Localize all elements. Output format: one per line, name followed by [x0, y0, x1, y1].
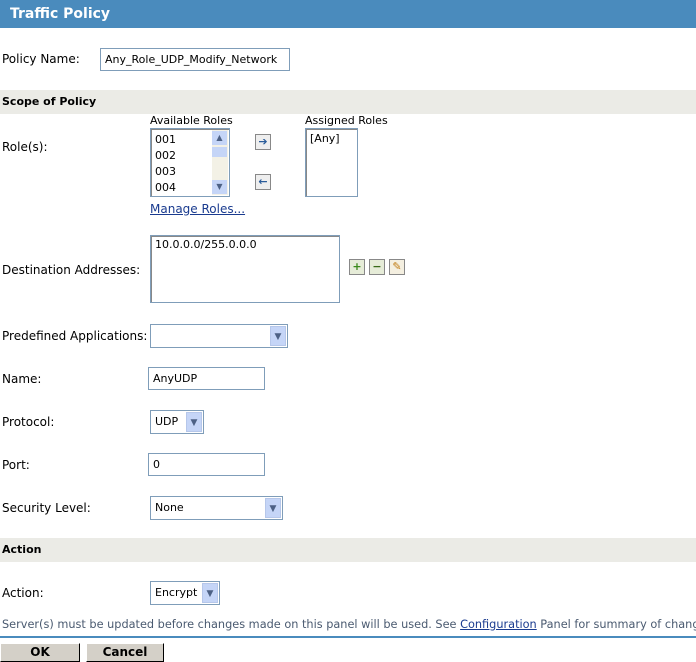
protocol-label: Protocol:	[2, 415, 55, 429]
cancel-button[interactable]: Cancel	[86, 643, 164, 662]
action-label: Action:	[2, 586, 44, 600]
chevron-down-icon: ▼	[265, 498, 281, 518]
chevron-down-icon: ▼	[186, 412, 202, 432]
remove-role-arrow-icon[interactable]: ←	[255, 174, 271, 190]
manage-roles-link[interactable]: Manage Roles...	[150, 202, 245, 216]
scrollbar[interactable]: ▲ ▼	[212, 130, 228, 195]
add-role-arrow-icon[interactable]: ➔	[255, 134, 271, 150]
list-item[interactable]: [Any]	[310, 131, 353, 147]
name-label: Name:	[2, 372, 42, 386]
roles-label: Role(s):	[2, 140, 48, 154]
ok-button[interactable]: OK	[0, 643, 80, 662]
port-label: Port:	[2, 458, 30, 472]
action-section-header: Action	[0, 538, 696, 562]
available-roles-label: Available Roles	[150, 114, 233, 127]
policy-name-input[interactable]: Any_Role_UDP_Modify_Network	[100, 48, 290, 71]
add-icon[interactable]: +	[349, 259, 365, 275]
scroll-up-icon[interactable]: ▲	[212, 131, 227, 145]
destination-addresses-list[interactable]: 10.0.0.0/255.0.0.0	[150, 235, 340, 303]
edit-pencil-icon[interactable]: ✎	[389, 259, 405, 275]
available-roles-list[interactable]: 001 002 003 004 ▲ ▼	[150, 128, 230, 197]
chevron-down-icon: ▼	[202, 583, 218, 603]
predefined-applications-select[interactable]: ▼	[150, 324, 288, 348]
configuration-link[interactable]: Configuration	[460, 618, 537, 631]
remove-icon[interactable]: −	[369, 259, 385, 275]
port-input[interactable]: 0	[148, 453, 265, 476]
assigned-roles-list[interactable]: [Any]	[305, 128, 358, 197]
list-item[interactable]: 10.0.0.0/255.0.0.0	[155, 238, 335, 251]
page-title: Traffic Policy	[0, 0, 696, 28]
scroll-thumb[interactable]	[212, 147, 227, 157]
scope-section-header: Scope of Policy	[0, 90, 696, 114]
security-level-select[interactable]: None ▼	[150, 496, 283, 520]
action-select[interactable]: Encrypt ▼	[150, 581, 220, 605]
assigned-roles-label: Assigned Roles	[305, 114, 388, 127]
scroll-down-icon[interactable]: ▼	[212, 180, 227, 194]
policy-name-label: Policy Name:	[2, 52, 80, 66]
update-note: Server(s) must be updated before changes…	[2, 618, 696, 631]
security-level-label: Security Level:	[2, 501, 91, 515]
name-input[interactable]: AnyUDP	[148, 367, 265, 390]
chevron-down-icon: ▼	[270, 326, 286, 346]
predefined-applications-label: Predefined Applications:	[2, 329, 148, 343]
destination-addresses-label: Destination Addresses:	[2, 263, 141, 277]
divider	[0, 636, 696, 638]
protocol-select[interactable]: UDP ▼	[150, 410, 204, 434]
